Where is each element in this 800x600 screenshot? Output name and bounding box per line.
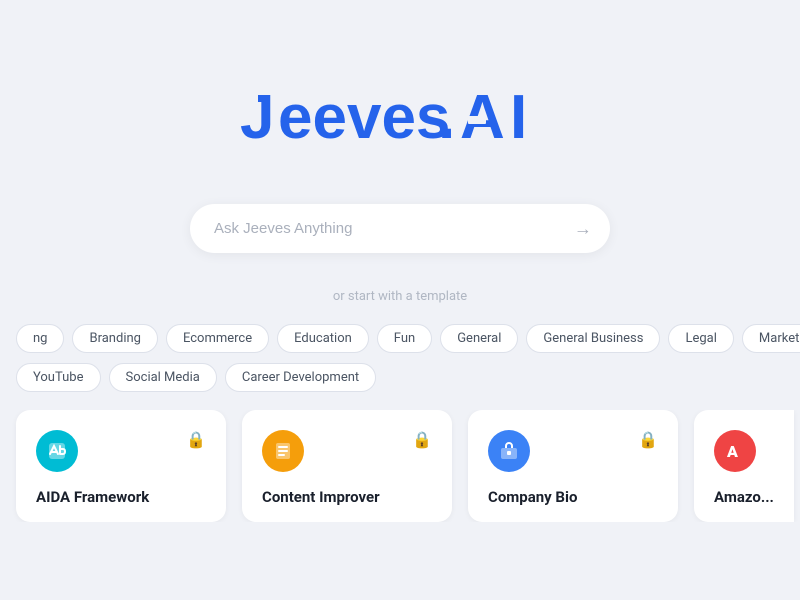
tag-chip[interactable]: General	[440, 324, 518, 353]
card-header: 🔒	[36, 430, 206, 472]
tag-chip[interactable]: Legal	[668, 324, 733, 353]
template-card[interactable]: 🔒 Content Improver	[242, 410, 452, 522]
lock-icon: 🔒	[638, 430, 658, 449]
tag-chip[interactable]: Marketing	[742, 324, 800, 353]
card-header: 🔒	[488, 430, 658, 472]
card-title: Company Bio	[488, 488, 658, 506]
card-title: Amazo...	[714, 488, 774, 506]
tag-chip[interactable]: General Business	[526, 324, 660, 353]
card-title: Content Improver	[262, 488, 432, 506]
card-title: AIDA Framework	[36, 488, 206, 506]
card-header: A	[714, 430, 774, 472]
search-bar: →	[190, 204, 610, 253]
card-icon	[488, 430, 530, 472]
search-submit-icon[interactable]: →	[574, 218, 592, 239]
tag-chip[interactable]: Ecommerce	[166, 324, 269, 353]
card-icon: A	[714, 430, 756, 472]
card-header: 🔒	[262, 430, 432, 472]
search-input[interactable]	[190, 204, 610, 253]
tags-row-2: YouTube Social Media Career Development	[0, 363, 800, 392]
tag-chip[interactable]: Education	[277, 324, 369, 353]
tag-chip[interactable]: YouTube	[16, 363, 101, 392]
tag-chip[interactable]: ng	[16, 324, 64, 353]
tags-row-1: ng Branding Ecommerce Education Fun General Ge…	[0, 324, 800, 353]
hero-section: J eeves . A I → or start with a template…	[0, 0, 800, 522]
tag-chip[interactable]: Social Media	[109, 363, 217, 392]
card-icon	[36, 430, 78, 472]
tag-chip[interactable]: Branding	[72, 324, 157, 353]
tag-chip[interactable]: Career Development	[225, 363, 376, 392]
svg-text:.: .	[438, 83, 455, 152]
template-card[interactable]: A Amazo...	[694, 410, 794, 522]
logo: J eeves . A I	[240, 80, 560, 156]
template-hint: or start with a template	[333, 289, 467, 304]
tags-section: ng Branding Ecommerce Education Fun General Ge…	[0, 324, 800, 410]
tag-chip[interactable]: Fun	[377, 324, 432, 353]
svg-text:I: I	[510, 83, 527, 152]
lock-icon: 🔒	[186, 430, 206, 449]
svg-text:eeves: eeves	[278, 83, 450, 152]
lock-icon: 🔒	[412, 430, 432, 449]
card-icon	[262, 430, 304, 472]
cards-section: 🔒 AIDA Framework 🔒 Content Improver 🔒 Company…	[0, 410, 800, 522]
template-card[interactable]: 🔒 AIDA Framework	[16, 410, 226, 522]
template-card[interactable]: 🔒 Company Bio	[468, 410, 678, 522]
svg-text:A: A	[726, 442, 738, 461]
